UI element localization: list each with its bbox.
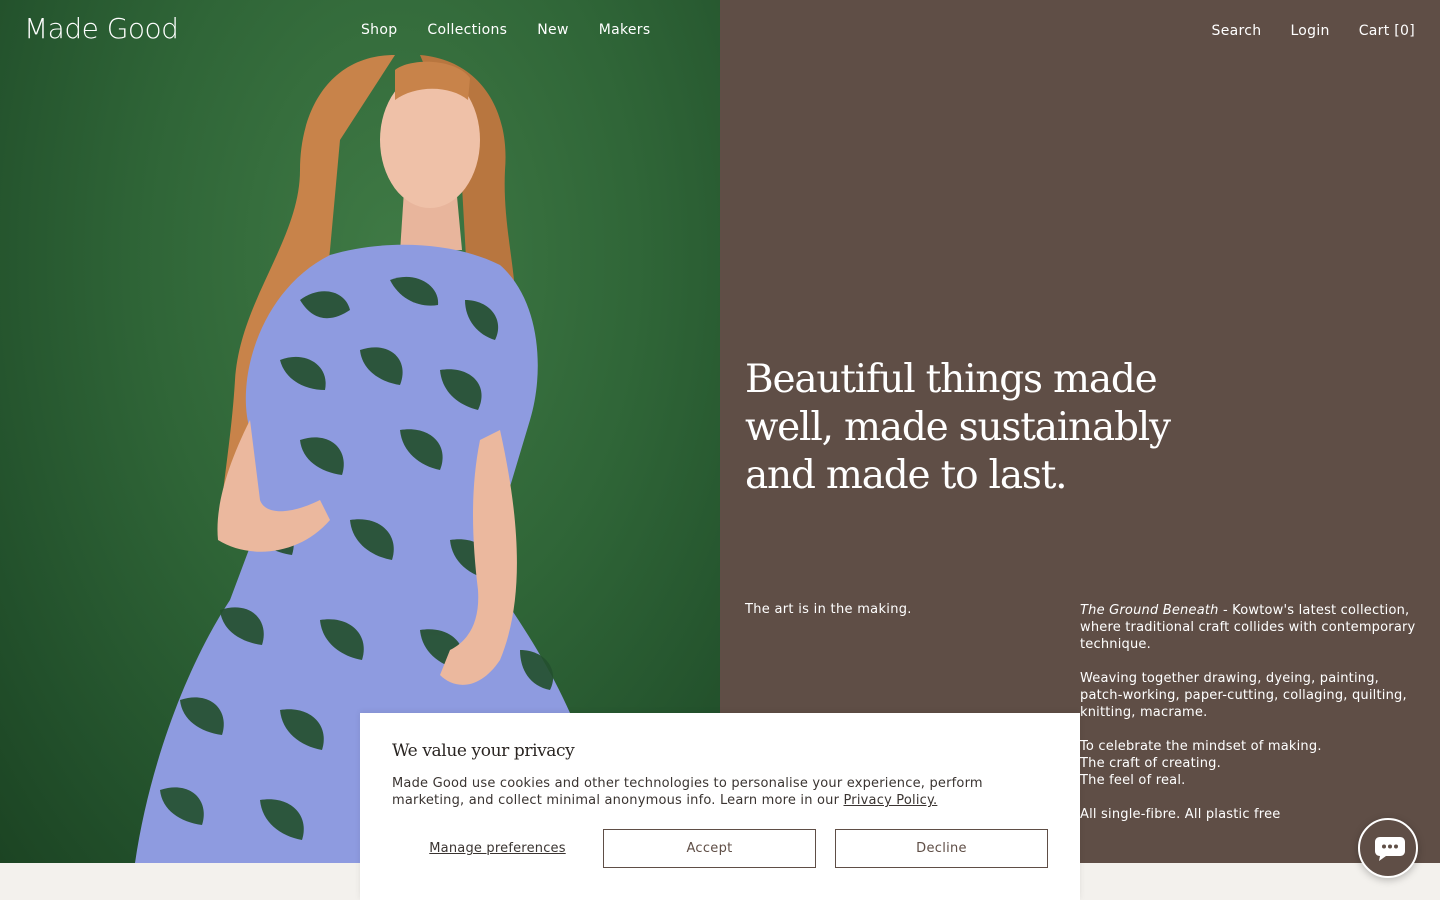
utility-nav: Search Login Cart [0] xyxy=(1212,23,1415,39)
chat-bubble-icon xyxy=(1375,837,1405,861)
collection-paragraph: To celebrate the mindset of making. The … xyxy=(1080,739,1322,788)
main-nav: Shop Collections New Makers xyxy=(361,22,650,38)
nav-item-collections[interactable]: Collections xyxy=(427,22,507,38)
manage-preferences-button[interactable]: Manage preferences xyxy=(392,829,603,868)
cookie-text: Made Good use cookies and other technolo… xyxy=(392,775,1032,809)
cookie-title: We value your privacy xyxy=(392,741,575,761)
nav-item-new[interactable]: New xyxy=(537,22,568,38)
collection-intro-paragraph: The Ground Beneath - Kowtow's latest col… xyxy=(1080,602,1420,653)
nav-item-shop[interactable]: Shop xyxy=(361,22,397,38)
login-link[interactable]: Login xyxy=(1290,23,1329,39)
collection-name: The Ground Beneath xyxy=(1080,603,1219,618)
collection-description: The Ground Beneath - Kowtow's latest col… xyxy=(1080,602,1420,840)
search-link[interactable]: Search xyxy=(1212,23,1262,39)
privacy-policy-link[interactable]: Privacy Policy. xyxy=(844,793,938,808)
cookie-actions: Manage preferences Accept Decline xyxy=(392,829,1048,868)
accept-button[interactable]: Accept xyxy=(603,829,816,868)
page: Beautiful things made well, made sustain… xyxy=(0,0,1440,900)
chat-button[interactable] xyxy=(1358,818,1418,878)
nav-item-makers[interactable]: Makers xyxy=(599,22,651,38)
hero-tagline: The art is in the making. xyxy=(745,602,912,617)
collection-paragraph: All single-fibre. All plastic free xyxy=(1080,807,1281,822)
cart-link[interactable]: Cart [0] xyxy=(1359,23,1415,39)
site-header: Made Good Shop Collections New Makers Se… xyxy=(0,0,1440,62)
collection-paragraph: Weaving together drawing, dyeing, painti… xyxy=(1080,671,1407,720)
decline-button[interactable]: Decline xyxy=(835,829,1048,868)
cookie-banner: We value your privacy Made Good use cook… xyxy=(360,713,1080,900)
hero-headline: Beautiful things made well, made sustain… xyxy=(745,357,1171,498)
logo[interactable]: Made Good xyxy=(24,12,179,45)
